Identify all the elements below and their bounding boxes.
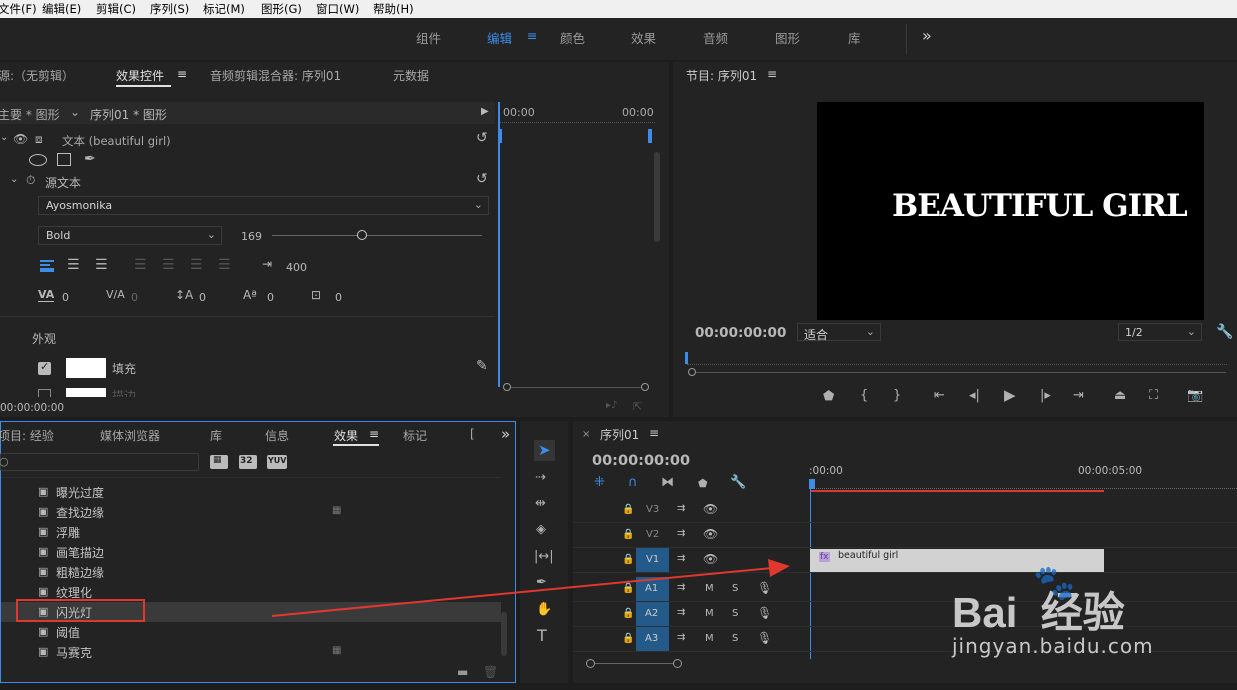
watermark-url: jingyan.baidu.com xyxy=(952,634,1154,658)
paw-logo-icon: 🐾 xyxy=(1033,563,1076,603)
baidu-watermark: Bai 经验 🐾 jingyan.baidu.com xyxy=(950,555,1237,665)
